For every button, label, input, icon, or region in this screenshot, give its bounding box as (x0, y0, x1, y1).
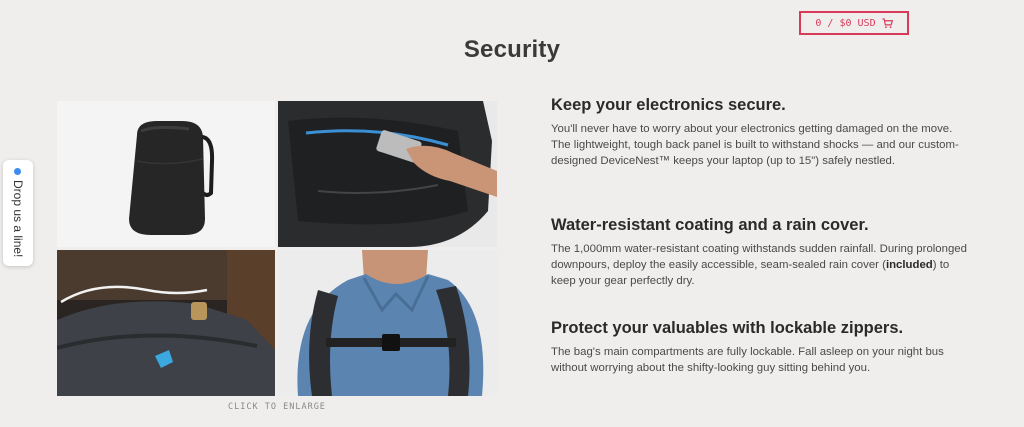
feature-heading: Protect your valuables with lockable zip… (551, 319, 904, 337)
feature-water-resistant: Water-resistant coating and a rain cover… (551, 216, 971, 289)
feature-body: The 1,000mm water-resistant coating with… (551, 241, 971, 289)
cart-button[interactable]: 0 / $0 USD (799, 11, 909, 35)
feature-body: You'll never have to worry about your el… (551, 123, 959, 167)
feature-heading: Keep your electronics secure. (551, 96, 786, 114)
feature-body-bold: included (885, 259, 933, 271)
image-gallery (57, 101, 497, 396)
click-to-enlarge-link[interactable]: CLICK TO ENLARGE (57, 402, 497, 412)
lockable-zipper-photo[interactable] (57, 250, 275, 396)
man-wearing-backpack-photo[interactable] (278, 250, 497, 396)
feature-lockable-zippers: Protect your valuables with lockable zip… (551, 319, 971, 376)
page-title: Security (463, 36, 561, 63)
status-dot-icon (14, 168, 21, 175)
laptop-compartment-photo[interactable] (278, 101, 497, 247)
backpack-rain-cover-photo[interactable] (57, 101, 275, 247)
feature-electronics: Keep your electronics secure. You'll nev… (551, 96, 971, 169)
feedback-tab[interactable]: Drop us a line! (3, 160, 33, 266)
feature-body: The bag's main compartments are fully lo… (551, 346, 944, 374)
feedback-label: Drop us a line! (11, 180, 25, 258)
feature-heading: Water-resistant coating and a rain cover… (551, 216, 869, 234)
cart-label: 0 / $0 USD (815, 17, 876, 29)
cart-icon (882, 17, 893, 28)
